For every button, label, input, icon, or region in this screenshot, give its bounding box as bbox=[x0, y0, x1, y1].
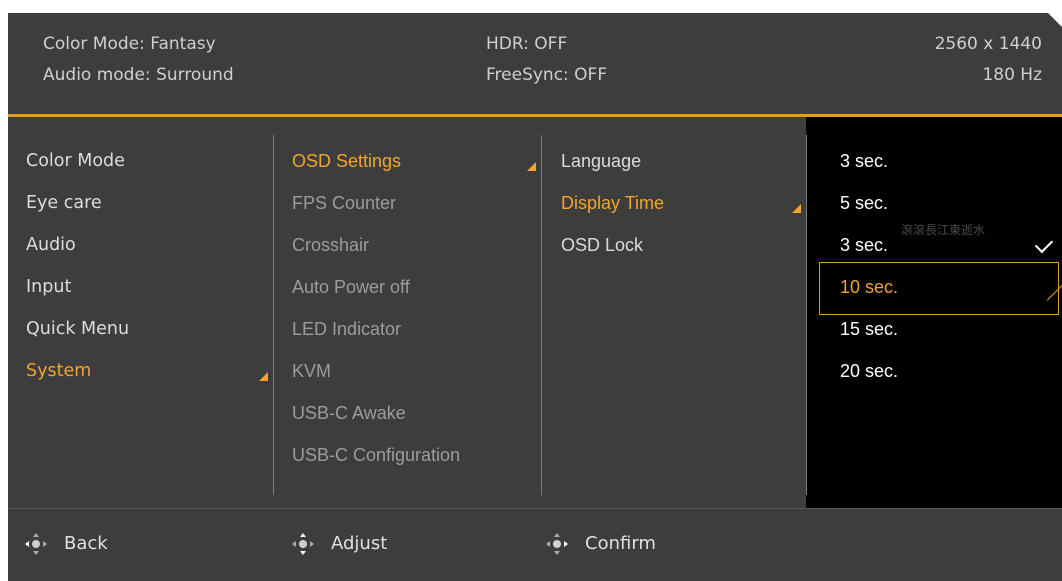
joystick-up-down-icon bbox=[291, 532, 315, 556]
menu-item-fps-counter[interactable]: FPS Counter bbox=[292, 193, 396, 214]
resolution-status: 2560 x 1440 bbox=[934, 34, 1042, 54]
menu-item-osd-lock[interactable]: OSD Lock bbox=[561, 235, 643, 256]
menu-item-eye-care[interactable]: Eye care bbox=[26, 193, 102, 213]
column-divider bbox=[273, 135, 274, 495]
menu-item-kvm[interactable]: KVM bbox=[292, 361, 331, 382]
menu-area: Color Mode Eye care Audio Input Quick Me… bbox=[8, 117, 1062, 508]
menu-item-led-indicator[interactable]: LED Indicator bbox=[292, 319, 401, 340]
menu-item-input[interactable]: Input bbox=[26, 277, 71, 297]
back-label: Back bbox=[64, 533, 108, 554]
adjust-label: Adjust bbox=[331, 533, 388, 554]
option-3-sec[interactable]: 3 sec. bbox=[840, 151, 888, 172]
joystick-left-icon bbox=[24, 532, 48, 556]
control-hints: Back Adjust Confirm bbox=[8, 508, 1062, 581]
status-header: Color Mode: Fantasy Audio mode: Surround… bbox=[8, 13, 1062, 113]
menu-item-auto-power-off[interactable]: Auto Power off bbox=[292, 277, 410, 298]
refresh-rate-status: 180 Hz bbox=[982, 65, 1042, 85]
freesync-status: FreeSync: OFF bbox=[486, 65, 608, 85]
joystick-right-icon bbox=[545, 532, 569, 556]
audio-mode-status: Audio mode: Surround bbox=[43, 65, 234, 85]
option-20-sec[interactable]: 20 sec. bbox=[840, 361, 898, 382]
footer-divider bbox=[8, 508, 1062, 509]
option-15-sec[interactable]: 15 sec. bbox=[840, 319, 898, 340]
menu-item-display-time[interactable]: Display Time bbox=[561, 193, 664, 214]
menu-item-color-mode[interactable]: Color Mode bbox=[26, 151, 125, 171]
option-5-sec[interactable]: 5 sec. bbox=[840, 193, 888, 214]
submenu-arrow-icon bbox=[259, 372, 268, 381]
menu-item-language[interactable]: Language bbox=[561, 151, 641, 172]
menu-item-system[interactable]: System bbox=[26, 361, 91, 381]
menu-item-quick-menu[interactable]: Quick Menu bbox=[26, 319, 129, 339]
color-mode-status: Color Mode: Fantasy bbox=[43, 34, 216, 54]
menu-item-audio[interactable]: Audio bbox=[26, 235, 76, 255]
menu-item-osd-settings[interactable]: OSD Settings bbox=[292, 151, 401, 172]
menu-item-usb-c-configuration[interactable]: USB-C Configuration bbox=[292, 445, 460, 466]
osd-panel: Color Mode: Fantasy Audio mode: Surround… bbox=[8, 12, 1062, 581]
watermark-text: 滾滾長江東逝水 bbox=[901, 223, 986, 237]
column-divider bbox=[541, 135, 542, 495]
option-3-sec-selected[interactable]: 3 sec. bbox=[840, 235, 888, 256]
menu-item-usb-c-awake[interactable]: USB-C Awake bbox=[292, 403, 406, 424]
option-10-sec[interactable]: 10 sec. bbox=[840, 277, 898, 298]
confirm-label: Confirm bbox=[585, 533, 656, 554]
menu-item-crosshair[interactable]: Crosshair bbox=[292, 235, 369, 256]
submenu-arrow-icon bbox=[527, 162, 536, 171]
column-divider bbox=[806, 135, 807, 495]
submenu-arrow-icon bbox=[792, 204, 801, 213]
hdr-status: HDR: OFF bbox=[486, 34, 568, 54]
